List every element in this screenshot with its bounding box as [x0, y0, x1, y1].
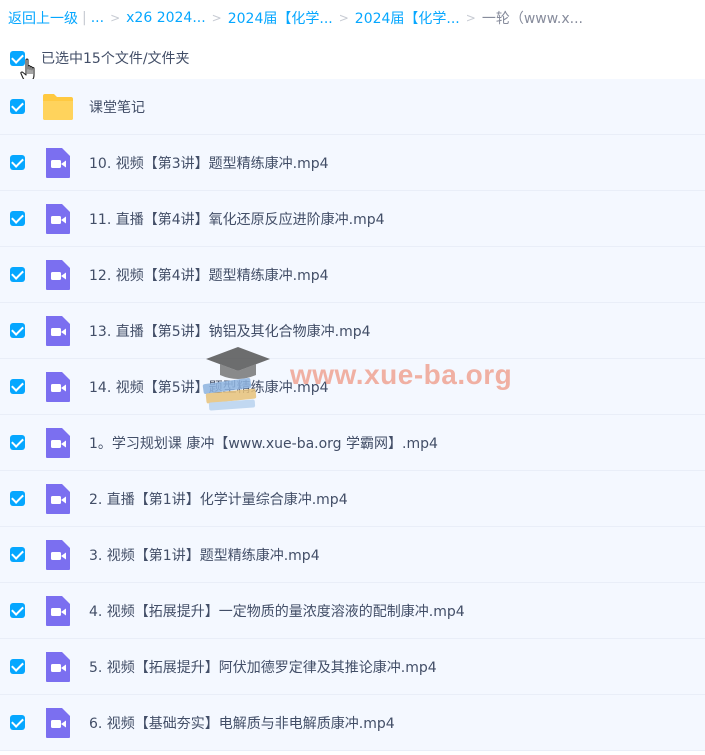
row-checkbox[interactable] [10, 603, 25, 618]
video-icon [42, 539, 74, 571]
row-checkbox[interactable] [10, 379, 25, 394]
file-row[interactable]: 6. 视频【基础夯实】电解质与非电解质康冲.mp4 [0, 695, 705, 751]
file-name[interactable]: 13. 直播【第5讲】钠铝及其化合物康冲.mp4 [89, 321, 371, 341]
row-checkbox[interactable] [10, 323, 25, 338]
file-row[interactable]: 14. 视频【第5讲】题型精练康冲.mp4 [0, 359, 705, 415]
row-checkbox[interactable] [10, 659, 25, 674]
video-icon [42, 483, 74, 515]
chevron-right-icon: > [465, 11, 476, 25]
selection-bar: 已选中15个文件/文件夹 [0, 38, 705, 78]
video-icon [42, 707, 74, 739]
video-icon [42, 147, 74, 179]
back-link[interactable]: 返回上一级 [8, 8, 78, 28]
selection-count: 已选中15个文件/文件夹 [41, 51, 190, 67]
file-row[interactable]: 4. 视频【拓展提升】一定物质的量浓度溶液的配制康冲.mp4 [0, 583, 705, 639]
file-name[interactable]: 2. 直播【第1讲】化学计量综合康冲.mp4 [89, 489, 348, 509]
file-list: 课堂笔记 10. 视频【第3讲】题型精练康冲.mp4 11. 直播【第4讲】氧化还原… [0, 79, 705, 751]
file-name[interactable]: 14. 视频【第5讲】题型精练康冲.mp4 [89, 377, 329, 397]
chevron-right-icon: > [110, 11, 121, 25]
row-checkbox[interactable] [10, 715, 25, 730]
row-checkbox[interactable] [10, 155, 25, 170]
file-name[interactable]: 3. 视频【第1讲】题型精练康冲.mp4 [89, 545, 320, 565]
file-row[interactable]: 10. 视频【第3讲】题型精练康冲.mp4 [0, 135, 705, 191]
file-row[interactable]: 13. 直播【第5讲】钠铝及其化合物康冲.mp4 [0, 303, 705, 359]
file-name[interactable]: 10. 视频【第3讲】题型精练康冲.mp4 [89, 153, 329, 173]
file-name[interactable]: 6. 视频【基础夯实】电解质与非电解质康冲.mp4 [89, 713, 395, 733]
row-checkbox[interactable] [10, 491, 25, 506]
folder-icon [42, 91, 74, 123]
video-icon [42, 427, 74, 459]
file-row[interactable]: 12. 视频【第4讲】题型精练康冲.mp4 [0, 247, 705, 303]
file-name[interactable]: 5. 视频【拓展提升】阿伏加德罗定律及其推论康冲.mp4 [89, 657, 437, 677]
crumb-item[interactable]: x26 2024... [126, 10, 206, 26]
file-row[interactable]: 5. 视频【拓展提升】阿伏加德罗定律及其推论康冲.mp4 [0, 639, 705, 695]
row-checkbox[interactable] [10, 547, 25, 562]
video-icon [42, 371, 74, 403]
row-checkbox[interactable] [10, 211, 25, 226]
file-name[interactable]: 1。学习规划课 康冲【www.xue-ba.org 学霸网】.mp4 [89, 433, 438, 453]
crumb-item[interactable]: 2024届【化学... [228, 8, 333, 28]
crumb-current: 一轮（www.x... [481, 11, 583, 27]
crumb-ellipsis[interactable]: ... [91, 10, 104, 26]
crumb-pipe: | [82, 10, 87, 26]
breadcrumb: 返回上一级 | ... > x26 2024... > 2024届【化学... … [8, 0, 698, 36]
chevron-right-icon: > [338, 11, 349, 25]
file-name[interactable]: 课堂笔记 [89, 97, 145, 117]
video-icon [42, 315, 74, 347]
file-row[interactable]: 1。学习规划课 康冲【www.xue-ba.org 学霸网】.mp4 [0, 415, 705, 471]
chevron-right-icon: > [211, 11, 222, 25]
video-icon [42, 595, 74, 627]
file-name[interactable]: 4. 视频【拓展提升】一定物质的量浓度溶液的配制康冲.mp4 [89, 601, 465, 621]
file-name[interactable]: 12. 视频【第4讲】题型精练康冲.mp4 [89, 265, 329, 285]
file-row[interactable]: 3. 视频【第1讲】题型精练康冲.mp4 [0, 527, 705, 583]
file-row[interactable]: 11. 直播【第4讲】氧化还原反应进阶康冲.mp4 [0, 191, 705, 247]
row-checkbox[interactable] [10, 435, 25, 450]
file-row[interactable]: 2. 直播【第1讲】化学计量综合康冲.mp4 [0, 471, 705, 527]
row-checkbox[interactable] [10, 267, 25, 282]
video-icon [42, 651, 74, 683]
crumb-item[interactable]: 2024届【化学... [355, 8, 460, 28]
file-row[interactable]: 课堂笔记 [0, 79, 705, 135]
video-icon [42, 203, 74, 235]
file-name[interactable]: 11. 直播【第4讲】氧化还原反应进阶康冲.mp4 [89, 209, 385, 229]
video-icon [42, 259, 74, 291]
row-checkbox[interactable] [10, 99, 25, 114]
